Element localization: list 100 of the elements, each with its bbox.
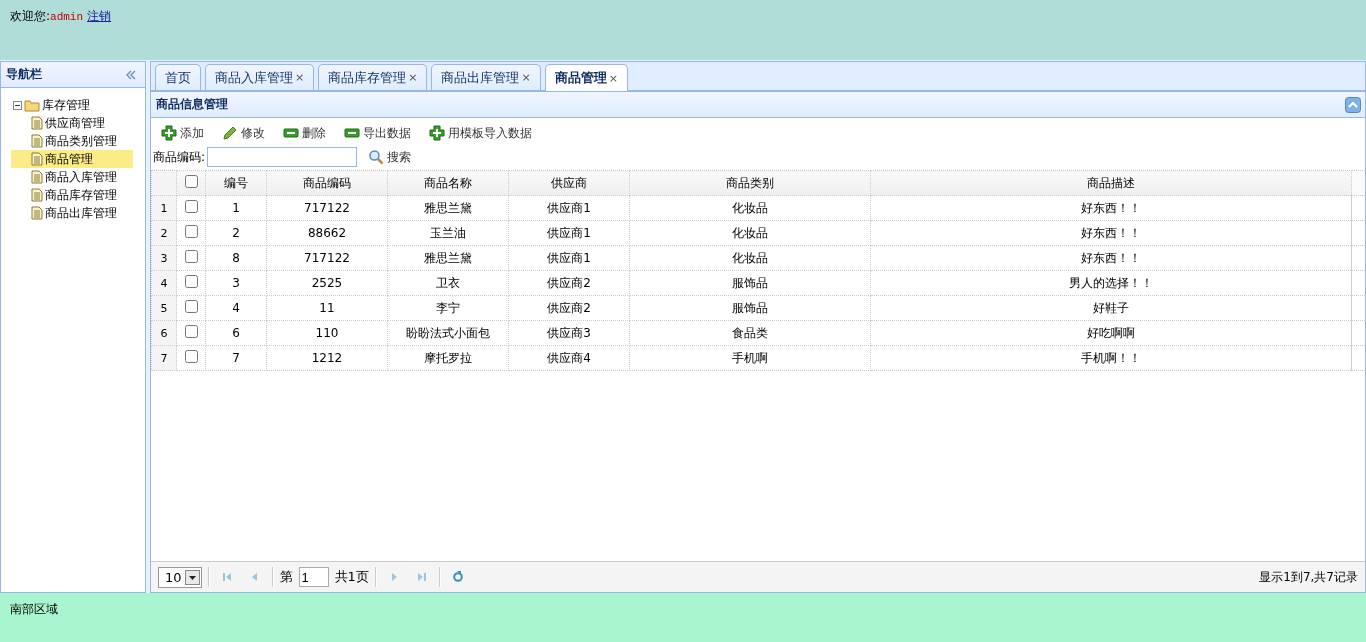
table-cell: 8: [205, 245, 267, 271]
table-cell: 供应商1: [508, 245, 630, 271]
logout-link[interactable]: 注销: [87, 8, 112, 25]
table-cell: 供应商1: [508, 220, 630, 246]
toolbar-button[interactable]: 用模板导入数据: [425, 122, 536, 144]
table-cell: 717122: [266, 195, 388, 221]
collapse-icon: [125, 69, 137, 80]
close-icon[interactable]: ×: [521, 71, 531, 84]
toolbar-button[interactable]: 删除: [279, 122, 330, 144]
greeting-text: 欢迎您:: [10, 8, 51, 25]
checkbox[interactable]: [184, 350, 198, 363]
username: admin: [50, 11, 84, 23]
table-cell: 手机啊: [629, 345, 871, 371]
tree-item[interactable]: 供应商管理: [11, 114, 133, 132]
table-cell: 4: [205, 295, 267, 321]
tab[interactable]: 商品入库管理×: [205, 64, 315, 90]
record-summary: 显示1到7,共7记录: [1259, 568, 1358, 586]
document-icon: [31, 206, 43, 220]
row-number: 2: [151, 220, 177, 246]
toolbar-button[interactable]: 修改: [218, 122, 269, 144]
table-cell: 2525: [266, 270, 388, 296]
column-header[interactable]: 商品类别: [629, 170, 871, 196]
table-cell: 88662: [266, 220, 388, 246]
table-cell: 化妆品: [629, 195, 871, 221]
table-cell: 摩托罗拉: [387, 345, 509, 371]
table-cell: 供应商4: [508, 345, 630, 371]
close-icon[interactable]: ×: [408, 71, 418, 84]
plus-icon: [161, 125, 177, 141]
folder-icon: [24, 98, 40, 112]
last-page-icon: [415, 571, 428, 583]
refresh-icon: [451, 571, 464, 583]
table-cell: 供应商3: [508, 320, 630, 346]
page-number-field[interactable]: 1: [298, 567, 329, 587]
panel-title: 商品信息管理: [156, 96, 228, 113]
document-icon: [31, 152, 43, 166]
row-number: 4: [151, 270, 177, 296]
tree-item[interactable]: 商品类别管理: [11, 132, 133, 150]
column-header[interactable]: 编号: [205, 170, 267, 196]
table-cell: 服饰品: [629, 270, 871, 296]
page-label: 第: [279, 568, 293, 586]
table-cell: 盼盼法式小面包: [387, 320, 509, 346]
tree-item[interactable]: 库存管理: [11, 96, 133, 114]
dropdown-icon: [184, 569, 200, 585]
table-cell: 玉兰油: [387, 220, 509, 246]
toolbar-button[interactable]: 添加: [157, 122, 208, 144]
table-cell: 供应商1: [508, 195, 630, 221]
table-cell: 3: [205, 270, 267, 296]
collapse-icon: [1345, 96, 1361, 113]
row-number: 7: [151, 345, 177, 371]
table-cell: 服饰品: [629, 295, 871, 321]
tab[interactable]: 商品出库管理×: [431, 64, 541, 90]
row-number: 1: [151, 195, 177, 221]
search-field[interactable]: [207, 147, 358, 167]
table-cell: 2: [205, 220, 267, 246]
checkbox[interactable]: [184, 225, 198, 238]
tab[interactable]: 商品库存管理×: [318, 64, 428, 90]
checkbox[interactable]: [184, 325, 198, 338]
checkbox[interactable]: [184, 275, 198, 288]
document-icon: [31, 188, 43, 202]
row-number: 6: [151, 320, 177, 346]
table-cell: 7: [205, 345, 267, 371]
pencil-icon: [222, 125, 238, 141]
table-cell: 11: [266, 295, 388, 321]
page-total: 共1页: [334, 568, 369, 586]
table-cell: 化妆品: [629, 220, 871, 246]
page-size-select[interactable]: 10: [158, 566, 202, 588]
column-header[interactable]: 商品名称: [387, 170, 509, 196]
checkbox[interactable]: [184, 200, 198, 213]
tree-item[interactable]: 商品库存管理: [11, 186, 133, 204]
tree-item[interactable]: 商品出库管理: [11, 204, 133, 222]
close-icon[interactable]: ×: [295, 71, 305, 84]
footer-text: 南部区域: [10, 602, 58, 616]
table-cell: 化妆品: [629, 245, 871, 271]
document-icon: [31, 116, 43, 130]
table-cell: 717122: [266, 245, 388, 271]
checkbox[interactable]: [184, 300, 198, 313]
tab[interactable]: 商品管理×: [544, 64, 628, 91]
tree-item[interactable]: 商品入库管理: [11, 168, 133, 186]
checkbox[interactable]: [184, 175, 198, 188]
table-cell: 李宁: [387, 295, 509, 321]
tab[interactable]: 首页: [155, 64, 201, 90]
table-cell: 雅思兰黛: [387, 195, 509, 221]
table-cell: 供应商2: [508, 270, 630, 296]
search-button[interactable]: 搜索: [364, 148, 416, 166]
toolbar-button[interactable]: 导出数据: [340, 122, 415, 144]
column-header[interactable]: 供应商: [508, 170, 630, 196]
table-cell: 食品类: [629, 320, 871, 346]
first-page-icon: [220, 571, 233, 583]
tree-item[interactable]: 商品管理: [11, 150, 133, 168]
table-cell: 110: [266, 320, 388, 346]
minus-icon: [283, 125, 299, 141]
nav-title: 导航栏: [6, 66, 42, 83]
row-number: 3: [151, 245, 177, 271]
field-label: 商品编码:: [153, 148, 206, 166]
checkbox[interactable]: [184, 250, 198, 263]
column-header[interactable]: 商品描述: [870, 170, 1352, 196]
close-icon[interactable]: ×: [608, 71, 618, 85]
search-icon: [368, 149, 385, 165]
column-header[interactable]: 商品编码: [266, 170, 388, 196]
table-cell: 1: [205, 195, 267, 221]
